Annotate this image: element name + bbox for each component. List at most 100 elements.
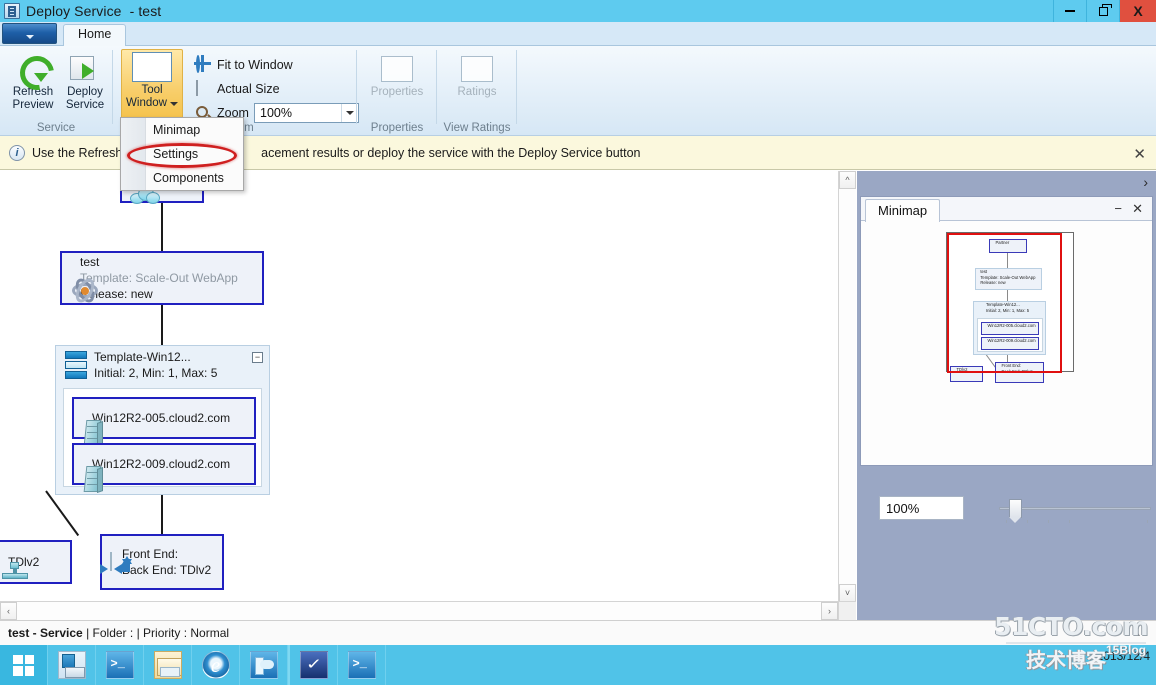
status-service-name: test - Service — [8, 626, 83, 640]
ribbon-separator-3 — [436, 50, 437, 124]
close-button[interactable]: X — [1119, 0, 1156, 22]
status-expand-icon[interactable]: ▲ — [1131, 627, 1142, 639]
ribbon-group-properties-label: Properties — [370, 122, 424, 134]
taskbar: 2013/12/4 — [0, 645, 1156, 685]
ribbon-separator-1 — [112, 50, 113, 124]
app-menu-button[interactable] — [2, 23, 57, 44]
taskbar-item-powershell[interactable] — [96, 645, 144, 685]
windows-start-icon — [13, 654, 34, 676]
right-dock: › Minimap − ✕ Partner test Template: Sca… — [857, 171, 1156, 620]
diagram-canvas[interactable]: Partner test Template: Scale-Out WebApp … — [0, 171, 838, 602]
scroll-up-button[interactable]: ^ — [839, 171, 856, 189]
vmm-console-icon — [249, 651, 278, 679]
fit-to-window-button[interactable]: Fit to Window — [196, 54, 293, 75]
canvas-vertical-scrollbar[interactable]: ^ ˅ — [838, 171, 856, 602]
tool-window-dropdown-menu[interactable]: Minimap Settings Components — [120, 117, 244, 191]
node-vm-2[interactable]: Win12R2-009.cloud2.com — [72, 443, 256, 493]
taskbar-item-powershell-ise[interactable] — [338, 645, 386, 685]
ribbon-group-view-ratings-label: View Ratings — [443, 122, 511, 134]
actual-size-label: Actual Size — [217, 82, 280, 96]
minimap-close-button[interactable]: ✕ — [1132, 201, 1143, 217]
file-explorer-icon — [153, 651, 182, 679]
node-service-title: test — [80, 255, 100, 269]
front-back-end-icon — [100, 552, 132, 574]
minimap-minimize-button[interactable]: − — [1114, 201, 1122, 216]
diagram-canvas-area[interactable]: Partner test Template: Scale-Out WebApp … — [0, 171, 856, 620]
tier-collapse-button[interactable]: − — [252, 352, 263, 363]
tab-home[interactable]: Home — [63, 24, 127, 46]
taskbar-item-internet-explorer[interactable] — [192, 645, 240, 685]
edge-partner-service — [161, 201, 163, 251]
refresh-preview-label-2: Preview — [12, 99, 54, 111]
server-manager-icon — [57, 651, 86, 679]
window-controls: X — [1053, 0, 1156, 22]
title-bar: Deploy Service - test X — [0, 0, 1156, 22]
taskbar-item-file-explorer[interactable] — [144, 645, 192, 685]
tool-window-icon — [132, 50, 172, 84]
scroll-left-button[interactable]: ‹ — [0, 602, 17, 620]
menu-item-settings[interactable]: Settings — [121, 142, 243, 166]
service-icon — [4, 3, 20, 19]
node-service[interactable]: test Template: Scale-Out WebApp Release:… — [60, 251, 264, 306]
minimap-zoom-slider-thumb[interactable] — [1009, 499, 1022, 523]
scroll-down-button[interactable]: ˅ — [839, 584, 856, 602]
status-priority: Priority : Normal — [143, 626, 230, 640]
menu-item-minimap[interactable]: Minimap — [121, 118, 243, 142]
deploy-service-button[interactable]: Deploy Service — [54, 52, 116, 118]
deploy-icon — [70, 52, 100, 86]
ratings-button[interactable]: Ratings — [446, 52, 508, 118]
refresh-icon — [18, 52, 48, 86]
tool-window-label-2: Window — [126, 97, 167, 109]
close-icon[interactable]: ✕ — [1133, 145, 1146, 163]
properties-button[interactable]: Properties — [366, 52, 428, 118]
fit-to-window-icon — [196, 54, 213, 74]
restore-icon — [1098, 3, 1112, 16]
expand-icon[interactable]: › — [1143, 174, 1148, 190]
tab-minimap[interactable]: Minimap — [865, 199, 941, 222]
taskbar-item-server-manager[interactable] — [48, 645, 96, 685]
taskbar-notification-area[interactable]: 2013/12/4 — [980, 645, 1156, 685]
scrollbar-corner — [838, 601, 856, 620]
taskbar-clock[interactable]: 2013/12/4 — [1097, 648, 1150, 664]
minimap-body[interactable]: Partner test Template: Scale-Out WebApp … — [861, 222, 1152, 523]
scroll-right-button[interactable]: › — [821, 602, 838, 620]
node-front-back-end[interactable]: Front End: Back End: TDlv2 — [100, 534, 224, 590]
restore-button[interactable] — [1086, 0, 1119, 22]
fit-to-window-label: Fit to Window — [217, 58, 293, 72]
powershell-icon — [105, 651, 134, 679]
ratings-label: Ratings — [457, 86, 497, 98]
zoom-combobox[interactable]: 100% — [254, 103, 359, 123]
status-separator-2: | — [136, 626, 140, 640]
taskbar-clock-date: 2013/12/4 — [1096, 649, 1150, 663]
node-load-balancer[interactable]: TDlv2 — [0, 540, 72, 584]
node-tier-group[interactable]: Template-Win12... Initial: 2, Min: 1, Ma… — [55, 345, 270, 495]
tier-title: Template-Win12... — [94, 350, 191, 364]
canvas-horizontal-scrollbar[interactable]: ‹ › — [0, 601, 838, 620]
internet-explorer-icon — [201, 651, 230, 679]
ribbon-separator-4 — [516, 50, 517, 124]
minimize-button[interactable] — [1053, 0, 1086, 22]
deploy-service-label-2: Service — [65, 99, 105, 111]
taskbar-item-vmm-console[interactable] — [240, 645, 288, 685]
ribbon-group-service: Refresh Preview Deploy Service Service — [0, 46, 112, 136]
taskbar-item-performance-monitor[interactable] — [290, 645, 338, 685]
info-icon: i — [9, 144, 25, 161]
node-vm-1[interactable]: Win12R2-005.cloud2.com — [72, 397, 256, 447]
properties-label: Properties — [370, 86, 424, 98]
properties-icon — [381, 52, 413, 86]
minimap-thumbnail[interactable]: Partner test Template: Scale-Out WebApp … — [946, 232, 1074, 383]
status-separator-1: | — [86, 626, 90, 640]
actual-size-button[interactable]: Actual Size — [196, 79, 280, 99]
node-service-template: Template: Scale-Out WebApp — [80, 271, 238, 285]
window-subtitle: - test — [129, 3, 162, 19]
menu-item-components[interactable]: Components — [121, 166, 243, 190]
ribbon-group-view-ratings: Ratings View Ratings — [438, 46, 516, 136]
minimap-viewport-rect[interactable] — [947, 233, 1062, 373]
tool-window-button[interactable]: Tool Window — [121, 49, 183, 121]
minimize-icon — [1065, 10, 1075, 12]
application-window: Deploy Service - test X Home Refresh Pre… — [0, 0, 1156, 685]
edge-service-tier — [161, 305, 163, 345]
minimap-zoom-field[interactable]: 100% — [879, 496, 964, 520]
zoom-combobox-value: 100% — [260, 106, 292, 120]
windows-start-button[interactable] — [0, 645, 48, 685]
